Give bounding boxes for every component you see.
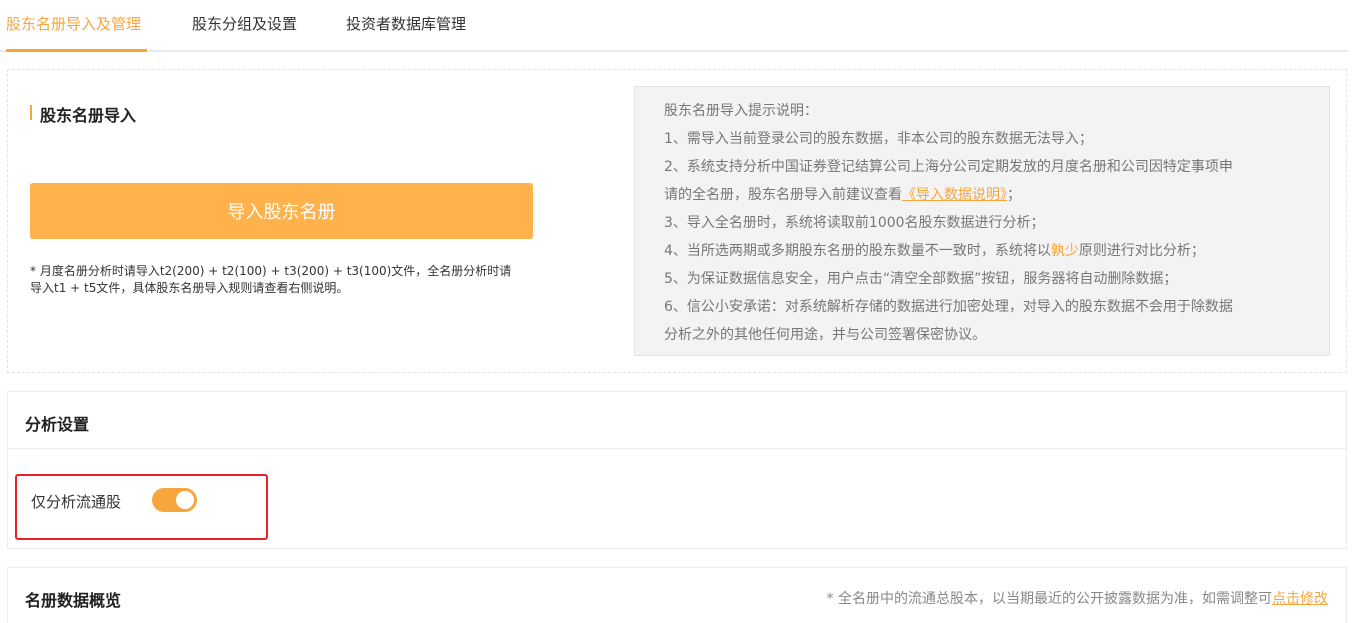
- tips-item-3: 3、导入全名册时，系统将读取前1000名股东数据进行分析；: [664, 215, 1045, 231]
- tab-investor-database[interactable]: 投资者数据库管理: [346, 13, 466, 34]
- tips-item-4-text: 4、当所选两期或多期股东名册的股东数量不一致时，系统将以: [664, 243, 1051, 259]
- tips-item-2-text: 请的全名册，股东名册导入前建议查看: [664, 187, 902, 203]
- active-tab-indicator: [6, 49, 147, 52]
- analysis-settings-header: 分析设置: [8, 392, 1346, 449]
- tips-item-4-suffix: 原则进行对比分析；: [1078, 243, 1205, 259]
- tab-shareholder-register-import[interactable]: 股东名册导入及管理: [6, 13, 141, 34]
- upload-note-line: 导入t1 + t5文件，具体股东名册导入规则请查看右侧说明。: [30, 281, 349, 295]
- overview-note: * 全名册中的流通总股本，以当期最近的公开披露数据为准，如需调整可点击修改: [827, 588, 1328, 608]
- upload-section-title: 股东名册导入: [30, 102, 136, 126]
- upload-note-line: * 月度名册分析时请导入t2(200) + t2(100) + t3(200) …: [30, 264, 512, 278]
- tips-item-6: 6、信公小安承诺：对系统解析存储的数据进行加密处理，对导入的股东数据不会用于除数…: [664, 299, 1233, 315]
- tips-item-4: 4、当所选两期或多期股东名册的股东数量不一致时，系统将以孰少原则进行对比分析；: [664, 237, 1307, 265]
- import-register-button[interactable]: 导入股东名册: [30, 183, 533, 239]
- upload-note: * 月度名册分析时请导入t2(200) + t2(100) + t3(200) …: [30, 263, 550, 297]
- tips-item-1: 1、需导入当前登录公司的股东数据，非本公司的股东数据无法导入；: [664, 131, 1093, 147]
- import-data-guide-link[interactable]: 《导入数据说明》: [902, 187, 1007, 203]
- tips-heading: 股东名册导入提示说明：: [664, 103, 818, 119]
- analysis-settings-title: 分析设置: [25, 415, 90, 434]
- tips-item-2-suffix: ；: [1007, 187, 1021, 203]
- import-tips-box: 股东名册导入提示说明： 1、需导入当前登录公司的股东数据，非本公司的股东数据无法…: [634, 86, 1330, 356]
- tips-item-4-accent: 孰少: [1050, 243, 1079, 259]
- tab-bar: 股东名册导入及管理 股东分组及设置 投资者数据库管理: [0, 0, 1348, 52]
- analysis-settings-panel: 分析设置 仅分析流通股: [7, 391, 1347, 549]
- tips-item-6-continued: 分析之外的其他任何用途，并与公司签署保密协议。: [664, 327, 986, 343]
- tips-item-2: 2、系统支持分析中国证券登记结算公司上海分公司定期发放的月度名册和公司因特定事项…: [664, 159, 1233, 175]
- toggle-knob: [176, 491, 194, 509]
- register-overview-title: 名册数据概览: [25, 591, 122, 610]
- tab-shareholder-grouping[interactable]: 股东分组及设置: [192, 13, 297, 34]
- register-overview-panel: 名册数据概览 * 全名册中的流通总股本，以当期最近的公开披露数据为准，如需调整可…: [7, 567, 1347, 623]
- overview-note-text: * 全名册中的流通总股本，以当期最近的公开披露数据为准，如需调整可: [826, 591, 1272, 607]
- edit-link[interactable]: 点击修改: [1272, 591, 1328, 607]
- tips-item-5: 5、为保证数据信息安全，用户点击“清空全部数据”按钮，服务器将自动删除数据；: [664, 271, 1178, 287]
- upload-panel: 股东名册导入 导入股东名册 * 月度名册分析时请导入t2(200) + t2(1…: [7, 69, 1347, 373]
- tips-item-2-continued: 请的全名册，股东名册导入前建议查看《导入数据说明》；: [664, 181, 1307, 209]
- circulating-shares-only-label: 仅分析流通股: [31, 493, 122, 511]
- circulating-shares-only-toggle[interactable]: [152, 488, 197, 512]
